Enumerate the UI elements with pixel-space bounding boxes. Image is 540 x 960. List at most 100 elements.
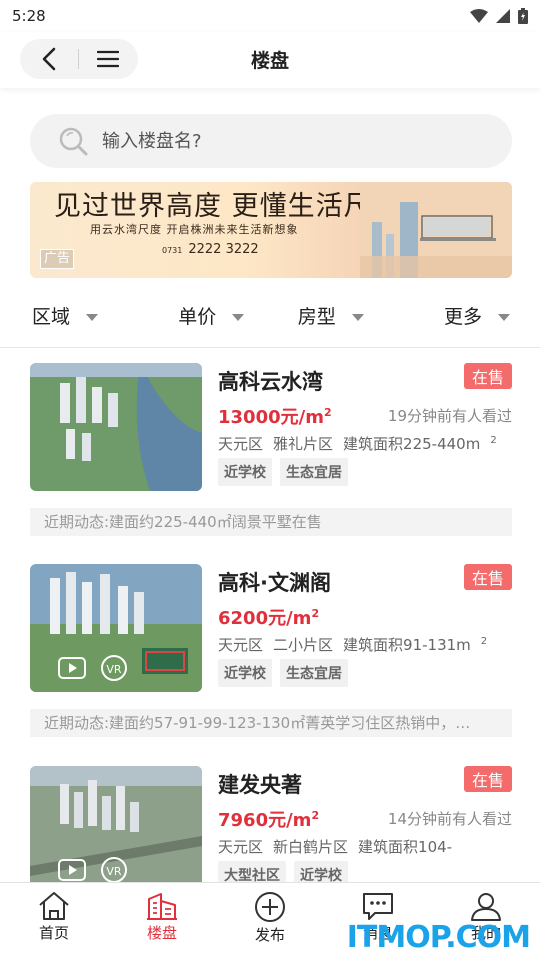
caret-down-icon	[498, 313, 510, 321]
building-area-text: 建筑面积104-	[358, 838, 453, 856]
user-icon	[471, 893, 501, 921]
tab-home[interactable]: 首页	[0, 883, 108, 960]
signal-icon	[496, 9, 510, 23]
price-unit-sup: 2	[311, 809, 320, 822]
listing-name: 高科·文渊阁	[218, 571, 331, 595]
listing-area: 新白鹤片区	[273, 838, 349, 856]
status-badge: 在售	[463, 564, 512, 590]
building-icon	[147, 893, 177, 920]
listing-photo: VR	[30, 766, 202, 882]
status-bar: 5:28	[0, 0, 540, 32]
listing-name: 建发央著	[218, 773, 302, 797]
listing-price: 6200元/m2	[218, 604, 319, 630]
watermark: ITMOP.COM	[346, 920, 531, 955]
tab-label: 楼盘	[146, 924, 177, 942]
status-badge: 在售	[463, 766, 512, 792]
listing-card[interactable]: 高科云水湾 在售 13000元/m2 19分钟前有人看过 天元区 雅礼片区 建筑面积…	[0, 348, 540, 548]
banner-building-image	[360, 182, 512, 278]
listing-district: 天元区	[218, 838, 264, 856]
building-area-sup: 2	[480, 636, 488, 647]
price-unit-sup: 2	[323, 406, 332, 419]
filter-label: 区域	[32, 305, 71, 328]
listing-building-area: 建筑面积104-	[358, 838, 462, 856]
svg-text:VR: VR	[106, 663, 122, 676]
search-icon	[59, 127, 88, 156]
listing-photo	[30, 363, 202, 491]
tab-properties[interactable]: 楼盘	[108, 883, 216, 960]
filter-bar: 区域 单价 房型 更多	[0, 292, 540, 338]
building-area-text: 建筑面积91-131m	[343, 636, 471, 654]
caret-down-icon	[351, 313, 364, 321]
ad-banner[interactable]: 见过世界高度 更懂生活尺度 用云水湾尺度 开启株洲未来生活新想象 0731 222…	[30, 182, 512, 278]
listing-tags: 近学校 生态宜居	[218, 659, 348, 687]
tag: 近学校	[294, 861, 348, 882]
listing-price: 7960元/m2	[218, 806, 319, 832]
listing-photo: VR	[30, 564, 202, 692]
tag: 近学校	[218, 458, 272, 486]
ad-label: 广告	[40, 249, 75, 269]
home-icon	[39, 892, 69, 920]
banner-phone: 0731 2222 3222	[162, 242, 259, 257]
plus-circle-icon	[255, 892, 285, 922]
video-icon[interactable]	[58, 856, 86, 882]
listing-building-area: 建筑面积91-131m 2	[343, 636, 487, 654]
filter-more[interactable]: 更多	[391, 292, 540, 338]
price-unit-sup: 2	[311, 607, 320, 620]
filter-price[interactable]: 单价	[152, 292, 272, 338]
listing-area: 雅礼片区	[273, 435, 334, 453]
listing-location: 天元区 新白鹤片区 建筑面积104-	[218, 836, 472, 857]
building-area-text: 建筑面积225-440m	[343, 435, 481, 453]
tab-publish[interactable]: 发布	[216, 883, 324, 960]
listing-news[interactable]: 近期动态:建面约225-440㎡阔景平墅在售	[30, 508, 512, 536]
vr-icon[interactable]: VR	[100, 856, 128, 882]
status-time: 5:28	[12, 7, 46, 25]
filter-label: 房型	[297, 305, 336, 328]
banner-subline: 用云水湾尺度 开启株洲未来生活新想象	[90, 223, 299, 236]
banner-headline: 见过世界高度 更懂生活尺度	[54, 191, 400, 222]
listing-list: 高科云水湾 在售 13000元/m2 19分钟前有人看过 天元区 雅礼片区 建筑面积…	[0, 348, 540, 882]
message-icon	[363, 893, 393, 920]
recently-viewed: 19分钟前有人看过	[387, 407, 512, 425]
recently-viewed: 14分钟前有人看过	[387, 810, 512, 828]
listing-name: 高科云水湾	[218, 370, 323, 394]
filter-layout[interactable]: 房型	[271, 292, 391, 338]
listing-district: 天元区	[218, 636, 264, 654]
price-value: 13000元/m	[218, 407, 324, 428]
listing-card[interactable]: VR 高科·文渊阁 在售 6200元/m2 天元区 二小片区 建筑面积91-131m…	[0, 549, 540, 749]
filter-label: 单价	[178, 305, 217, 328]
battery-icon	[518, 8, 528, 24]
banner-phone-prefix: 0731	[162, 246, 183, 255]
price-value: 7960元/m	[218, 810, 312, 831]
tag: 生态宜居	[280, 659, 348, 687]
filter-label: 更多	[443, 305, 482, 328]
svg-text:VR: VR	[106, 865, 122, 878]
tab-label: 发布	[254, 926, 285, 944]
status-badge: 在售	[463, 363, 512, 389]
search-input[interactable]	[102, 130, 402, 152]
caret-down-icon	[86, 313, 99, 321]
listing-tags: 近学校 生态宜居	[218, 458, 348, 486]
search-bar[interactable]	[30, 114, 512, 168]
price-value: 6200元/m	[218, 608, 312, 629]
vr-icon[interactable]: VR	[100, 654, 128, 682]
listing-location: 天元区 二小片区 建筑面积91-131m 2	[218, 634, 497, 655]
tag: 大型社区	[218, 861, 286, 882]
listing-area: 二小片区	[273, 636, 334, 654]
video-icon[interactable]	[58, 654, 86, 682]
building-area-sup: 2	[490, 435, 497, 446]
listing-news[interactable]: 近期动态:建面约57-91-99-123-130㎡菁英学习住区热销中，…	[30, 709, 512, 737]
status-icons	[470, 8, 528, 24]
banner-phone-number: 2222 3222	[188, 242, 259, 257]
filter-region[interactable]: 区域	[0, 292, 152, 338]
listing-price: 13000元/m2	[218, 403, 332, 429]
tag: 生态宜居	[280, 458, 348, 486]
listing-district: 天元区	[218, 435, 264, 453]
app-header: 楼盘	[0, 32, 540, 88]
caret-down-icon	[232, 313, 245, 321]
listing-location: 天元区 雅礼片区 建筑面积225-440m 2	[218, 433, 507, 454]
listing-card[interactable]: VR 建发央著 在售 7960元/m2 14分钟前有人看过 天元区 新白鹤片区 建筑…	[0, 751, 540, 882]
listing-tags: 大型社区 近学校	[218, 861, 348, 882]
tab-label: 首页	[38, 924, 69, 942]
tag: 近学校	[218, 659, 272, 687]
listing-building-area: 建筑面积225-440m 2	[343, 435, 497, 453]
